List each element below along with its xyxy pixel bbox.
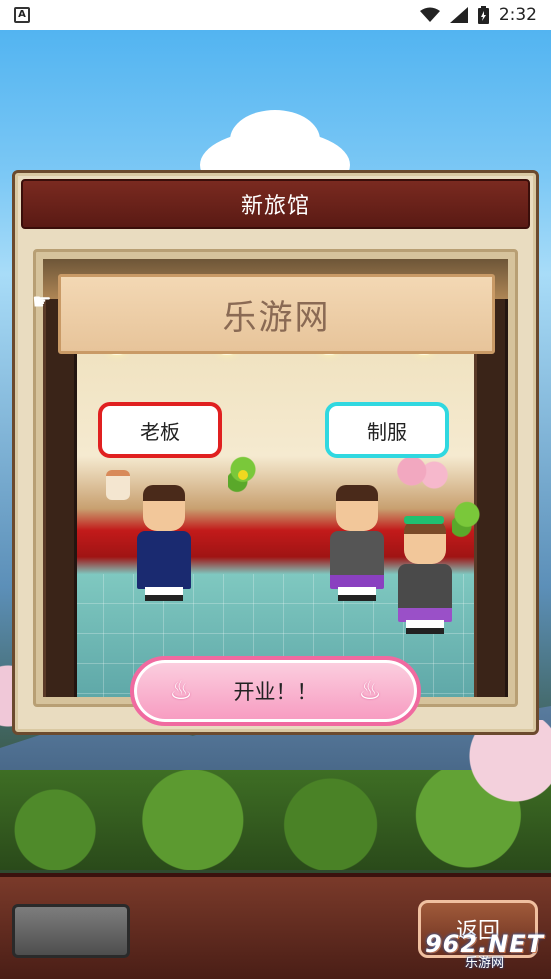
open-inn-button[interactable]: ♨ 开业！！ ♨ xyxy=(130,656,421,726)
character-legs xyxy=(145,587,183,601)
pointer-hand-icon: ☛ xyxy=(32,290,52,315)
watermark-main: 962.NET xyxy=(424,930,545,958)
dialog-title: 新旅馆 xyxy=(21,179,530,229)
character-body xyxy=(398,564,452,622)
boss-button-label: 老板 xyxy=(140,419,180,444)
cherry-pot-plant xyxy=(395,455,451,495)
signal-icon xyxy=(449,7,468,23)
watermark-sub: 乐游网 xyxy=(464,956,504,971)
bamboo-plant xyxy=(452,500,482,548)
hot-spring-icon: ♨ xyxy=(169,676,193,706)
left-pillar xyxy=(43,299,77,697)
uniform-button[interactable]: 制服 xyxy=(325,402,449,458)
character-head xyxy=(336,485,378,531)
empty-slot-button[interactable] xyxy=(12,904,130,958)
staff-character-male xyxy=(326,485,388,607)
boss-button[interactable]: 老板 xyxy=(98,402,222,458)
character-headband xyxy=(404,516,444,524)
app-indicator-icon: A xyxy=(14,7,30,23)
ikebana-flower xyxy=(238,470,248,480)
status-right: 2:32 xyxy=(419,5,537,25)
cloud xyxy=(230,110,320,170)
new-inn-dialog: 新旅馆 乐游网 xyxy=(12,170,539,735)
staff-character-female xyxy=(394,518,456,640)
hot-spring-icon: ♨ xyxy=(358,676,382,706)
wifi-icon xyxy=(419,7,440,22)
character-body xyxy=(330,531,384,589)
open-inn-label: 开业！！ xyxy=(233,680,318,704)
status-time: 2:32 xyxy=(498,5,537,25)
lucky-cat-figure xyxy=(106,470,130,500)
character-head xyxy=(404,518,446,564)
right-pillar xyxy=(474,299,508,697)
character-body xyxy=(137,531,191,589)
battery-icon xyxy=(477,6,489,24)
character-legs xyxy=(406,620,444,634)
watermark-logo: 962.NET 乐游网 xyxy=(418,928,551,976)
status-bar: A 2:32 xyxy=(0,0,551,30)
character-head xyxy=(143,485,185,531)
uniform-button-label: 制服 xyxy=(367,419,407,444)
character-legs xyxy=(338,587,376,601)
inn-name-sign: 乐游网 xyxy=(58,274,495,354)
boss-character xyxy=(133,485,195,607)
